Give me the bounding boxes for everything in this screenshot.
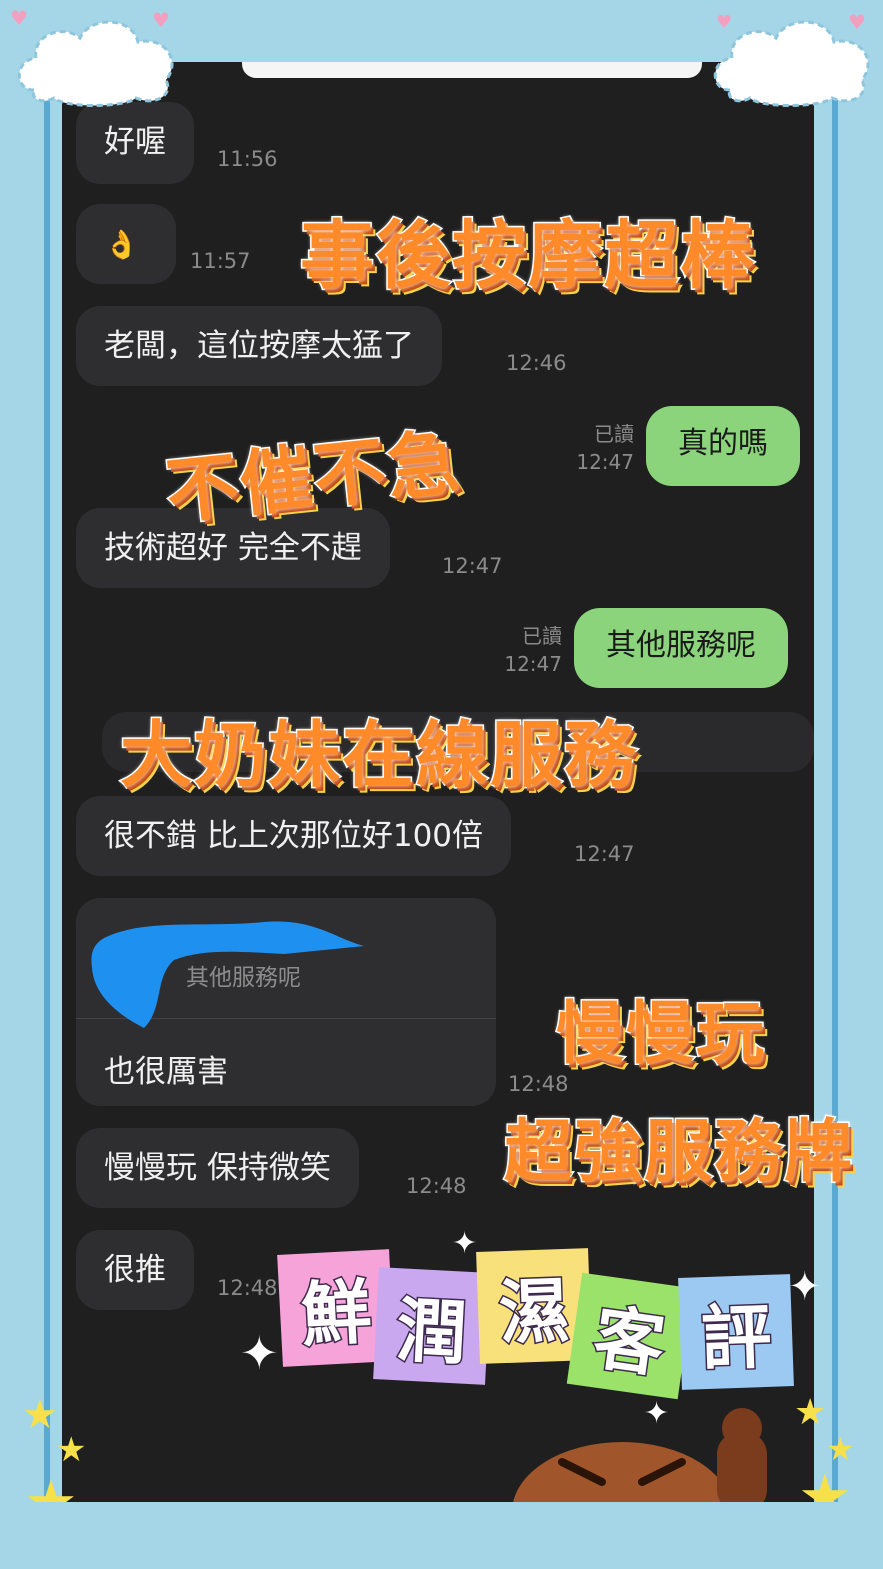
overlay-caption: 超強服務牌 [502, 1112, 855, 1194]
message-time: 12:47 [574, 842, 635, 866]
message-bubble[interactable]: 老闆，這位按摩太猛了 [76, 306, 442, 386]
heart-icon: ♥ [848, 10, 866, 34]
reply-text: 也很厲害 [104, 1054, 228, 1090]
sparkle-icon: ✦ [788, 1264, 822, 1310]
top-bar [242, 62, 702, 78]
overlay-caption: 慢慢玩 [554, 994, 767, 1076]
sparkle-icon: ✦ [644, 1396, 670, 1431]
message-bubble-outgoing[interactable]: 其他服務呢 [574, 608, 788, 688]
message-time: 12:48 [406, 1174, 467, 1198]
heart-icon: ♥ [716, 12, 733, 33]
ok-hand-emoji: 👌 [104, 228, 139, 261]
star-icon: ★ [56, 1430, 87, 1470]
message-bubble[interactable]: 👌 [76, 204, 176, 284]
stamp-char: 客 [566, 1272, 694, 1400]
message-bubble-outgoing[interactable]: 真的嗎 [646, 406, 800, 486]
message-bubble[interactable]: 很推 [76, 1230, 194, 1310]
star-icon: ★ [22, 1392, 58, 1438]
read-receipt: 已讀 12:47 [576, 422, 634, 474]
message-time: 11:57 [190, 249, 251, 273]
star-icon: ★ [794, 1392, 827, 1433]
message-bubble[interactable]: 慢慢玩 保持微笑 [76, 1128, 359, 1208]
heart-icon: ♥ [152, 8, 170, 32]
message-time: 12:46 [506, 351, 567, 375]
redaction-scribble [91, 921, 364, 1028]
frame-stripe-right [832, 60, 838, 1509]
heart-icon: ♥ [10, 6, 28, 30]
frame-stripe-left [44, 60, 50, 1509]
sparkle-icon: ✦ [452, 1226, 478, 1261]
overlay-caption: 大奶妹在線服務 [118, 712, 639, 799]
message-bubble[interactable]: 很不錯 比上次那位好100倍 [76, 796, 512, 876]
stamp-char: 評 [678, 1274, 794, 1390]
read-receipt: 已讀 12:47 [504, 624, 562, 676]
message-time: 11:56 [217, 147, 278, 171]
sparkle-icon: ✦ [240, 1326, 279, 1380]
message-time: 12:47 [442, 554, 503, 578]
bottom-bar [0, 1502, 883, 1569]
stamp-char: 潤 [373, 1267, 491, 1385]
overlay-caption: 事後按摩超棒 [299, 212, 756, 301]
message-time: 12:48 [217, 1276, 278, 1300]
message-bubble[interactable]: 好喔 [76, 102, 194, 184]
